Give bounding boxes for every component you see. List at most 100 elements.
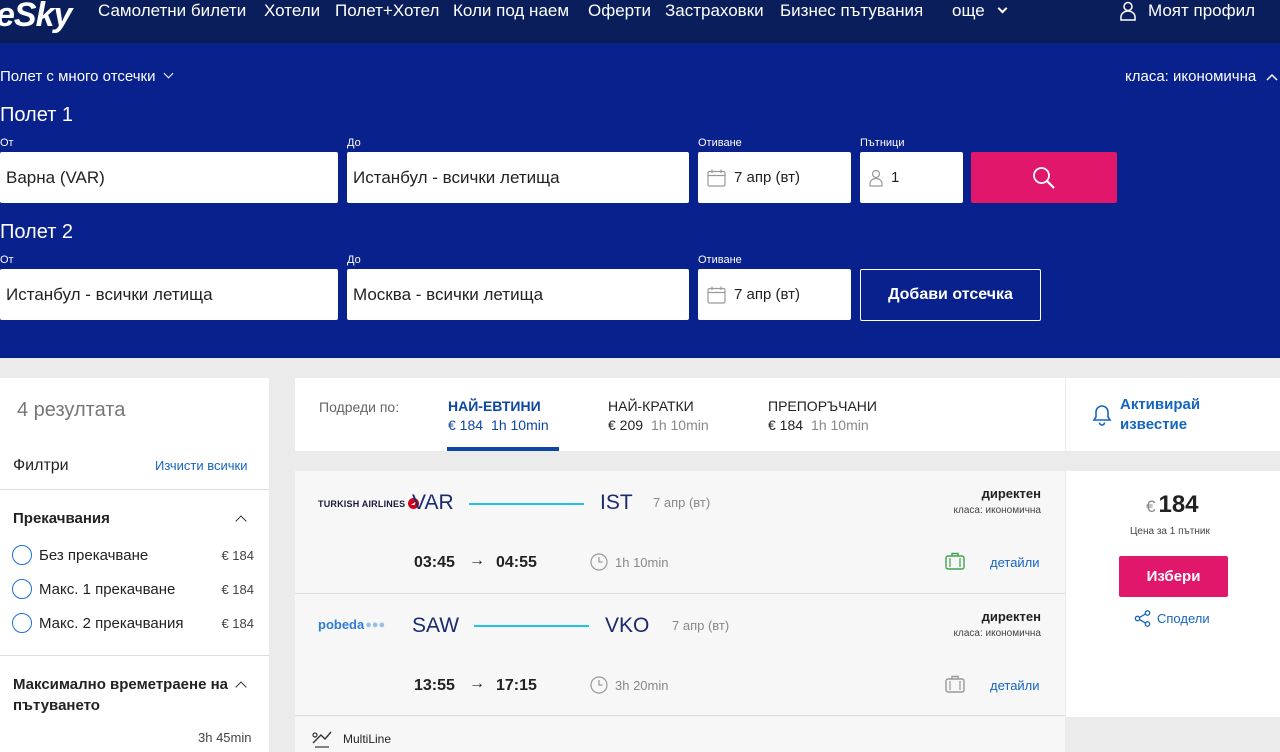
- arrival-time: 17:15: [496, 677, 537, 694]
- direct-info: директен класа: икономична: [954, 486, 1041, 516]
- arrow-right-icon: →: [469, 552, 485, 569]
- price-value: €184: [1146, 491, 1199, 519]
- clear-all-link[interactable]: Изчисти всички: [155, 458, 247, 473]
- details-link[interactable]: детайли: [990, 678, 1040, 693]
- radio-button[interactable]: [12, 579, 32, 599]
- stops-option-max2[interactable]: Макс. 2 прекачвания € 184: [12, 613, 254, 633]
- filters-sidebar: 4 резултата Филтри Изчисти всички Прекач…: [0, 378, 269, 752]
- add-segment-button[interactable]: Добави отсечка: [860, 269, 1041, 321]
- stops-option-nonstop[interactable]: Без прекачване € 184: [12, 545, 254, 565]
- dots-icon: ●●●: [365, 618, 386, 631]
- search-button[interactable]: [971, 152, 1117, 203]
- top-nav: eSky Самолетни билети Хотели Полет+Хотел…: [0, 0, 1280, 43]
- baggage-icon: [945, 552, 965, 570]
- flight-1-from-input[interactable]: Варна (VAR): [0, 152, 338, 203]
- cabin-label: класа: икономична: [953, 628, 1041, 639]
- nav-offers[interactable]: Оферти: [588, 0, 651, 22]
- price-amount: 184: [1158, 491, 1199, 518]
- share-icon: [1134, 610, 1151, 627]
- clock-icon: [590, 553, 608, 571]
- direct-info: директен класа: икономична: [954, 609, 1041, 639]
- segment-date: 7 апр (вт): [672, 618, 730, 633]
- arrow-right-icon: →: [469, 675, 485, 692]
- nav-hotels[interactable]: Хотели: [264, 0, 320, 22]
- multiline-badge: MultiLine: [311, 729, 391, 749]
- option-label: Без прекачване: [39, 546, 149, 564]
- from-label: От: [0, 137, 14, 149]
- divider: [295, 715, 1065, 716]
- price-alert-button[interactable]: Активирай известие: [1066, 378, 1280, 451]
- price-alert-label: Активирай известие: [1120, 395, 1201, 433]
- nav-flights[interactable]: Самолетни билети: [98, 0, 246, 22]
- segment-date: 7 апр (вт): [653, 495, 711, 510]
- chevron-up-icon[interactable]: [235, 515, 247, 527]
- nav-flight-hotel[interactable]: Полет+Хотел: [335, 0, 439, 22]
- search-panel: Полет с много отсечки класа: икономична …: [0, 43, 1280, 358]
- flight-1-title: Полет 1: [0, 104, 74, 126]
- option-label: Макс. 1 прекачване: [39, 580, 176, 598]
- to-label: До: [347, 254, 361, 266]
- flight-1-to-input[interactable]: Истанбул - всички летища: [347, 152, 689, 203]
- travellers-input[interactable]: 1: [860, 152, 963, 203]
- flight-2-from-input[interactable]: Истанбул - всички летища: [0, 269, 338, 320]
- sort-tab-time: 1h 10min: [811, 417, 869, 433]
- calendar-icon: [707, 286, 726, 304]
- radio-button[interactable]: [12, 613, 32, 633]
- departure-time: 03:45: [414, 554, 455, 571]
- destination-code: IST: [600, 491, 633, 514]
- max-duration-value: 3h 45min: [198, 730, 252, 745]
- nav-business[interactable]: Бизнес пътувания: [780, 0, 923, 22]
- baggage-icon: [945, 675, 965, 693]
- option-price: € 184: [221, 615, 254, 631]
- select-button[interactable]: Избери: [1119, 556, 1228, 597]
- divider: [0, 489, 269, 490]
- cabin-class-select[interactable]: класа: икономична: [1125, 68, 1278, 85]
- sort-tab-cheapest[interactable]: НАЙ-ЕВТИНИ € 184 1h 10min: [448, 398, 549, 433]
- share-button[interactable]: Сподели: [1134, 610, 1210, 627]
- stops-filter-title[interactable]: Прекачвания: [13, 508, 110, 529]
- route-line: [474, 625, 589, 627]
- details-link[interactable]: детайли: [990, 555, 1040, 570]
- origin-code: VAR: [412, 491, 454, 514]
- divider: [0, 655, 269, 656]
- result-card[interactable]: TURKISH AIRLINES VAR IST 7 апр (вт) дире…: [295, 471, 1065, 752]
- flight-2-date-input[interactable]: 7 апр (вт): [698, 269, 851, 320]
- sort-tab-price: € 184: [768, 417, 804, 433]
- user-icon: [1120, 1, 1136, 21]
- flight-1-date-input[interactable]: 7 апр (вт): [698, 152, 851, 203]
- nav-more[interactable]: още: [952, 0, 1008, 22]
- nav-insurance[interactable]: Застраховки: [665, 0, 764, 22]
- from-value: Варна (VAR): [6, 167, 105, 187]
- date-value: 7 апр (вт): [734, 286, 800, 303]
- search-icon: [1033, 166, 1055, 189]
- flight-duration: 1h 10min: [615, 555, 669, 570]
- direct-label: директен: [981, 609, 1041, 624]
- depart-label: Отиване: [698, 137, 742, 149]
- sort-tab-name: НАЙ-ЕВТИНИ: [448, 398, 541, 414]
- origin-code: SAW: [412, 614, 460, 637]
- multiline-icon: [312, 731, 332, 748]
- sort-tab-recommended[interactable]: ПРЕПОРЪЧАНИ € 184 1h 10min: [768, 398, 877, 433]
- radio-button[interactable]: [12, 545, 32, 565]
- route-line: [469, 503, 584, 505]
- esky-logo[interactable]: eSky: [0, 0, 72, 35]
- sort-tab-name: ПРЕПОРЪЧАНИ: [768, 398, 877, 414]
- flight-2-to-input[interactable]: Москва - всички летища: [347, 269, 689, 320]
- nav-car-rental[interactable]: Коли под наем: [453, 0, 569, 22]
- stops-option-max1[interactable]: Макс. 1 прекачване € 184: [12, 579, 254, 599]
- from-label: От: [0, 254, 14, 266]
- bell-icon: [1092, 404, 1112, 426]
- to-value: Москва - всички летища: [353, 284, 544, 304]
- calendar-icon: [707, 169, 726, 187]
- to-label: До: [347, 137, 361, 149]
- max-duration-title[interactable]: Максимално времетраене на пътуването: [13, 674, 243, 716]
- sort-tab-shortest[interactable]: НАЙ-КРАТКИ € 209 1h 10min: [608, 398, 709, 433]
- profile-menu[interactable]: Моят профил: [1120, 0, 1255, 22]
- results-count: 4 резултата: [17, 399, 126, 421]
- sort-label: Подреди по:: [319, 399, 400, 415]
- option-price: € 184: [221, 547, 254, 563]
- currency: €: [1146, 497, 1156, 516]
- trip-type-select[interactable]: Полет с много отсечки: [0, 68, 173, 85]
- direct-label: директен: [981, 486, 1041, 501]
- active-tab-indicator: [447, 447, 559, 451]
